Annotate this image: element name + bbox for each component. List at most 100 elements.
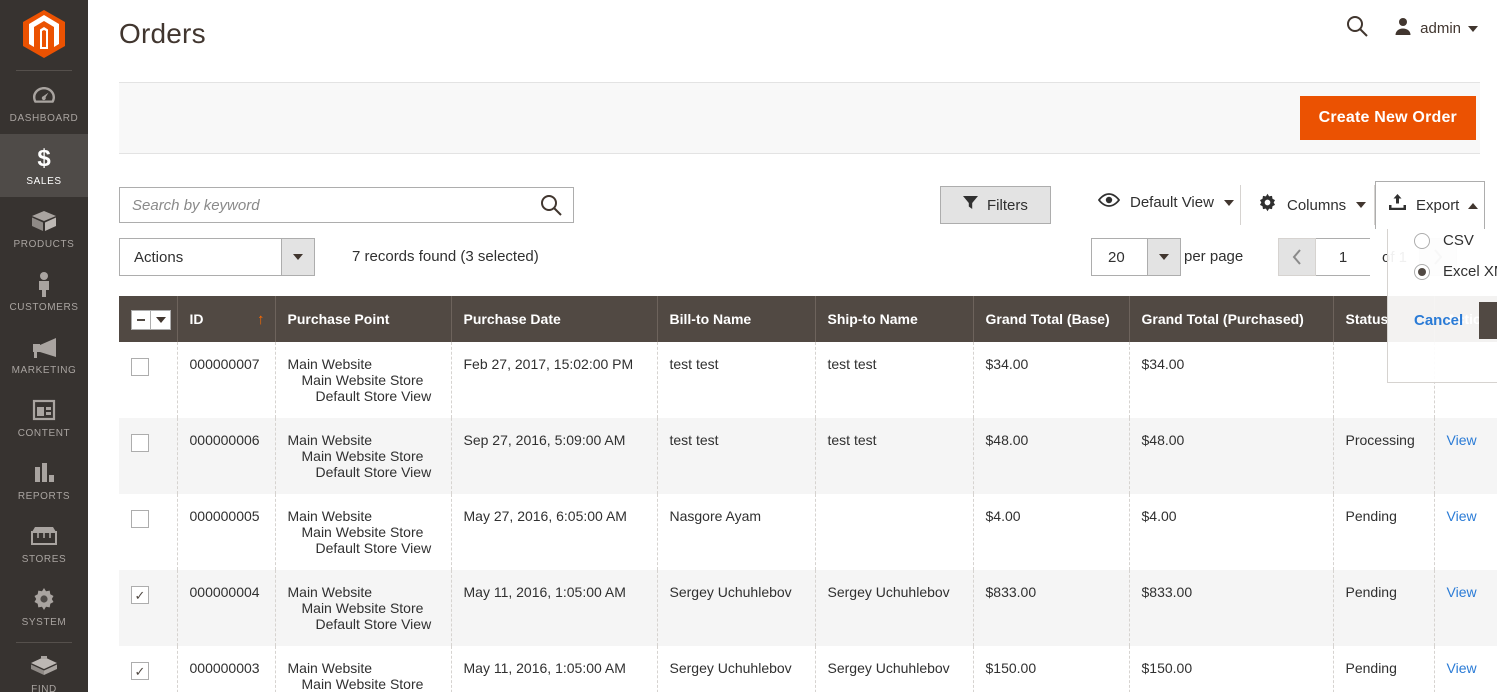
sidebar-item-products[interactable]: PRODUCTS	[0, 197, 88, 260]
admin-menu[interactable]: admin	[1393, 16, 1478, 41]
sidebar-item-stores[interactable]: STORES	[0, 512, 88, 575]
cell-ship-to-name	[815, 494, 974, 570]
page-number-input[interactable]	[1316, 238, 1370, 276]
select-all-control[interactable]	[131, 310, 171, 330]
export-panel-buttons: Cancel Export	[1388, 287, 1497, 339]
sidebar-item-label: DASHBOARD	[9, 113, 79, 124]
column-header-grand-total-purchased[interactable]: Grand Total (Purchased)	[1129, 296, 1334, 342]
row-checkbox[interactable]	[131, 434, 149, 452]
column-header-id[interactable]: ID ↑	[177, 296, 276, 342]
radio-csv-icon[interactable]	[1414, 232, 1430, 249]
table-row: ✓ 000000004 Main Website Main Website Store…	[119, 570, 1497, 646]
funnel-icon	[963, 195, 978, 215]
cell-ship-to-name: Sergey Uchuhlebov	[815, 646, 974, 692]
table-body: 000000007 Main Website Main Website Store D…	[119, 342, 1497, 692]
row-checkbox[interactable]: ✓	[131, 662, 149, 680]
columns-control[interactable]: Columns	[1258, 193, 1367, 217]
sidebar-item-sales[interactable]: $ SALES	[0, 134, 88, 197]
layout-icon	[32, 397, 56, 423]
chevron-down-icon	[1468, 25, 1478, 32]
confirm-export-button[interactable]: Export	[1479, 302, 1497, 339]
sidebar-item-label: PRODUCTS	[13, 239, 75, 250]
radio-excel-xml-icon[interactable]	[1414, 263, 1430, 280]
actions-dropdown[interactable]: Actions	[119, 238, 315, 276]
purchase-point-line: Default Store View	[315, 616, 432, 632]
sidebar-item-label: FIND PARTNERS & EXTENSIONS	[31, 684, 57, 692]
actions-label: Actions	[134, 248, 184, 266]
column-header-grand-total-base[interactable]: Grand Total (Base)	[973, 296, 1130, 342]
sidebar-item-marketing[interactable]: MARKETING	[0, 323, 88, 386]
row-checkbox[interactable]	[131, 358, 149, 376]
select-all-dropdown-icon[interactable]	[151, 310, 171, 330]
purchase-point-line: Default Store View	[315, 388, 432, 404]
row-select-cell[interactable]: ✓	[119, 570, 178, 646]
sidebar-item-customers[interactable]: CUSTOMERS	[0, 260, 88, 323]
cell-purchase-date: May 27, 2016, 6:05:00 AM	[451, 494, 658, 570]
cell-purchase-point: Main WebsiteMain Website StoreDefault St…	[275, 418, 452, 494]
cell-grand-total-base: $150.00	[973, 646, 1130, 692]
cell-bill-to-name: Sergey Uchuhlebov	[657, 570, 816, 646]
row-select-cell[interactable]: ✓	[119, 646, 178, 692]
select-all-header[interactable]	[119, 296, 178, 342]
column-header-purchase-point[interactable]: Purchase Point	[275, 296, 452, 342]
row-select-cell[interactable]	[119, 418, 178, 494]
table-row: ✓ 000000003 Main Website Main Website Store…	[119, 646, 1497, 692]
select-all-checkbox[interactable]	[131, 310, 151, 330]
sidebar-item-label: REPORTS	[17, 491, 71, 502]
sidebar-item-find-partners[interactable]: FIND PARTNERS & EXTENSIONS	[0, 643, 88, 692]
sidebar-item-label: SALES	[26, 176, 62, 187]
row-select-cell[interactable]	[119, 494, 178, 570]
cell-id: 000000003	[177, 646, 276, 692]
records-found-label: 7 records found (3 selected)	[352, 248, 539, 265]
column-header-purchase-date[interactable]: Purchase Date	[451, 296, 658, 342]
table-row: 000000007 Main Website Main Website Store D…	[119, 342, 1497, 418]
caret-shape	[155, 317, 166, 323]
view-order-link[interactable]: View	[1447, 432, 1477, 448]
search-submit-icon[interactable]	[529, 188, 573, 222]
sidebar: DASHBOARD $ SALES PRODUCTS CUSTOMERS MAR…	[0, 0, 88, 692]
row-select-cell[interactable]	[119, 342, 178, 418]
search-input[interactable]	[120, 188, 529, 222]
cell-purchase-date: May 11, 2016, 1:05:00 AM	[451, 570, 658, 646]
previous-page-button[interactable]	[1278, 238, 1316, 276]
sidebar-item-dashboard[interactable]: DASHBOARD	[0, 71, 88, 134]
megaphone-icon	[30, 334, 58, 360]
column-header-ship-to-name[interactable]: Ship-to Name	[815, 296, 974, 342]
sidebar-item-content[interactable]: CONTENT	[0, 386, 88, 449]
view-order-link[interactable]: View	[1447, 660, 1477, 676]
export-control[interactable]: Export	[1375, 181, 1485, 229]
row-checkbox[interactable]: ✓	[131, 586, 149, 604]
chevron-down-icon	[1147, 239, 1180, 275]
box-icon	[31, 208, 57, 234]
purchase-point-line: Main Website	[287, 508, 373, 524]
export-dropdown-panel: CSV Excel XML Cancel Export	[1387, 225, 1497, 383]
view-order-link[interactable]: View	[1447, 508, 1477, 524]
cell-purchase-point: Main WebsiteMain Website StoreDefault St…	[275, 646, 452, 692]
per-page-dropdown[interactable]: 20	[1091, 238, 1181, 276]
export-option-excel-xml[interactable]: Excel XML	[1388, 256, 1497, 287]
page-header: Orders admin	[88, 0, 1497, 72]
cell-id: 000000005	[177, 494, 276, 570]
create-new-order-button[interactable]: Create New Order	[1299, 96, 1476, 140]
cancel-export-button[interactable]: Cancel	[1414, 312, 1463, 329]
per-page-value: 20	[1108, 248, 1125, 266]
cell-id: 000000004	[177, 570, 276, 646]
view-order-link[interactable]: View	[1447, 584, 1477, 600]
page-actions-band: Create New Order	[119, 82, 1480, 154]
magento-logo[interactable]	[0, 0, 88, 62]
search-icon[interactable]	[1345, 14, 1369, 43]
row-checkbox[interactable]	[131, 510, 149, 528]
default-view-control[interactable]: Default View	[1097, 193, 1234, 212]
radio-dot	[1418, 267, 1426, 276]
purchase-point-line: Main Website	[287, 432, 373, 448]
sidebar-item-system[interactable]: SYSTEM	[0, 575, 88, 638]
column-header-bill-to-name[interactable]: Bill-to Name	[657, 296, 816, 342]
filters-button[interactable]: Filters	[940, 186, 1051, 224]
cell-purchase-point: Main WebsiteMain Website StoreDefault St…	[275, 570, 452, 646]
purchase-point-line: Main Website Store	[301, 524, 424, 540]
export-option-csv[interactable]: CSV	[1388, 225, 1497, 256]
filters-label: Filters	[987, 196, 1028, 214]
user-icon	[1393, 16, 1413, 41]
sidebar-item-reports[interactable]: REPORTS	[0, 449, 88, 512]
sidebar-item-label: STORES	[21, 554, 67, 565]
